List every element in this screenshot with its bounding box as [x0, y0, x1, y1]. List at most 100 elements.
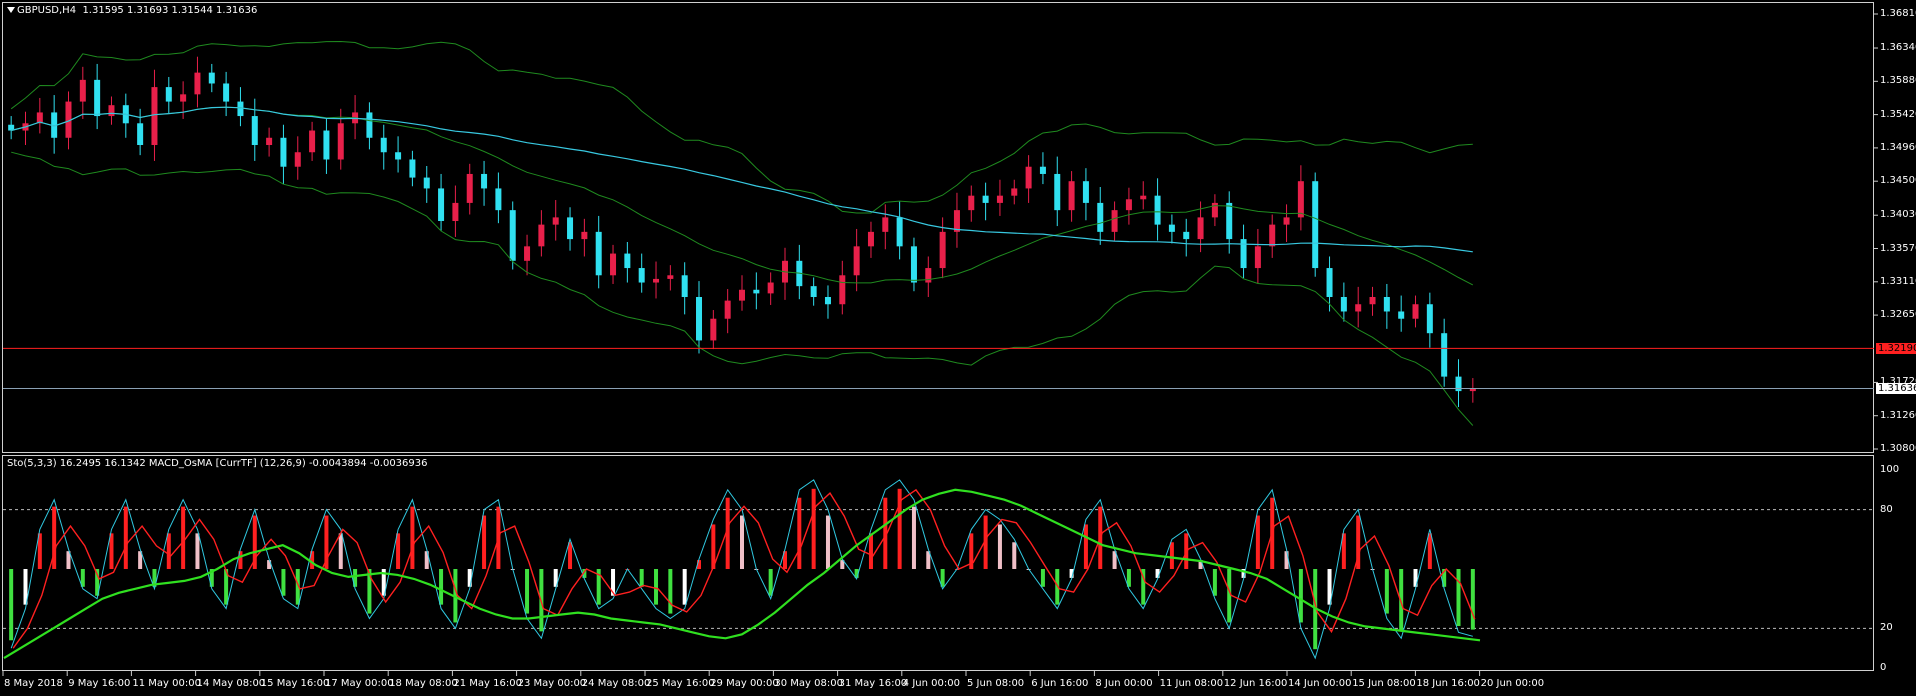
candle-body: [323, 130, 330, 160]
osma-bar: [181, 506, 186, 569]
price-tick-label: 1.35420: [1880, 108, 1916, 120]
candle-body: [1183, 231, 1190, 240]
time-tick-label: 24 May 08:00: [581, 678, 651, 689]
candle-body: [438, 188, 445, 222]
candle-body: [839, 275, 846, 305]
time-tick-label: 15 Jun 08:00: [1352, 678, 1416, 689]
candle-body: [294, 152, 301, 167]
candle-body: [538, 224, 545, 247]
candle-body: [552, 217, 559, 225]
osma-bar: [825, 515, 830, 569]
candle-body: [925, 268, 932, 283]
osma-bar: [1427, 533, 1432, 569]
candle-body: [495, 188, 502, 211]
bollinger-middle: [11, 106, 1474, 286]
candle-body: [1025, 166, 1032, 189]
candle-body: [1355, 304, 1362, 312]
candle-body: [481, 173, 488, 189]
oscillator-tick-label: 0: [1880, 662, 1887, 673]
time-tick-label: 5 Jun 08:00: [967, 678, 1025, 689]
candle-body: [94, 79, 101, 117]
time-tick-label: 20 Jun 00:00: [1480, 678, 1545, 689]
candle-body: [753, 289, 760, 294]
time-tick-label: 14 May 08:00: [196, 678, 266, 689]
candle-body: [337, 123, 344, 160]
candle-body: [1011, 188, 1018, 196]
osma-bar: [525, 569, 530, 614]
candle-body: [1068, 181, 1075, 211]
osma-bar: [281, 569, 286, 596]
candle-body: [409, 159, 416, 178]
candle-body: [624, 253, 631, 269]
level-price-box: 1.32190: [1876, 343, 1916, 355]
candle-body: [982, 195, 989, 203]
price-tick-label: 1.32650: [1880, 309, 1916, 321]
candle-body: [1383, 297, 1390, 312]
candle-body: [939, 231, 946, 269]
time-tick-label: 4 Jun 00:00: [902, 678, 960, 689]
candle-body: [581, 231, 588, 240]
candle-body: [309, 130, 316, 153]
candle-body: [466, 173, 473, 203]
time-tick-label: 18 Jun 16:00: [1416, 678, 1480, 689]
time-tick-label: 11 May 00:00: [132, 678, 201, 689]
osma-bar: [166, 533, 171, 569]
candle-body: [108, 105, 115, 117]
osma-bar: [868, 533, 873, 569]
candle-body: [724, 300, 731, 319]
candle-body: [1082, 181, 1089, 203]
candle-body: [165, 87, 172, 102]
osma-bar: [1284, 551, 1289, 569]
time-tick-label: 8 May 2018: [4, 678, 63, 689]
osma-bar: [439, 569, 444, 605]
candle-body: [79, 79, 86, 102]
candle-body: [1197, 217, 1204, 240]
price-tick-label: 1.36340: [1880, 42, 1916, 54]
candle-body: [1154, 195, 1161, 225]
time-tick-label: 23 May 00:00: [517, 678, 587, 689]
candle-body: [1398, 311, 1405, 319]
osma-bar: [1212, 569, 1217, 596]
candle-body: [710, 318, 717, 341]
price-tick-label: 1.34500: [1880, 175, 1916, 187]
time-tick-label: 12 Jun 16:00: [1223, 678, 1288, 689]
time-tick-label: 30 May 08:00: [774, 678, 843, 689]
time-tick-label: 8 Jun 00:00: [1095, 678, 1153, 689]
candle-body: [194, 72, 201, 95]
candle-body: [151, 87, 158, 146]
candle-body: [280, 137, 287, 167]
candle-body: [1111, 210, 1118, 232]
candle-body: [1297, 181, 1304, 218]
price-tick-label: 1.34030: [1880, 209, 1916, 221]
osma-bar: [482, 515, 487, 569]
candle-body: [1097, 202, 1104, 232]
candle-body: [824, 297, 831, 305]
moving-average-line: [11, 106, 1473, 253]
time-tick-label: 11 Jun 08:00: [1159, 678, 1224, 689]
time-tick-label: 29 May 00:00: [710, 678, 779, 689]
candle-body: [853, 246, 860, 276]
candle-body: [366, 112, 373, 138]
candle-body: [1412, 304, 1419, 319]
candle-body: [137, 123, 144, 146]
candle-body: [1369, 297, 1376, 305]
osma-bar: [654, 569, 659, 605]
osma-bar: [396, 533, 401, 569]
time-tick-label: 18 May 08:00: [389, 678, 458, 689]
bollinger-upper: [10, 40, 1473, 214]
candle-body: [910, 246, 917, 283]
osma-bar: [467, 569, 472, 587]
candle-body: [610, 253, 617, 276]
osma-bar: [740, 515, 744, 569]
candle-body: [1054, 173, 1061, 211]
osma-bar: [123, 506, 128, 569]
candle-body: [667, 275, 674, 279]
candle-body: [953, 210, 960, 232]
candle-body: [653, 278, 660, 283]
osma-bar: [1470, 569, 1475, 630]
candle-body: [452, 202, 459, 222]
candle-body: [968, 195, 975, 211]
candle-body: [524, 246, 531, 261]
candle-body: [1340, 297, 1347, 312]
time-tick-label: 6 Jun 16:00: [1031, 678, 1089, 689]
